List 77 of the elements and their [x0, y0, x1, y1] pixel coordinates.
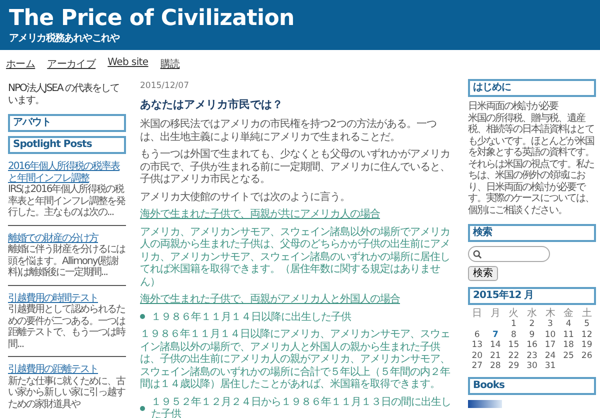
- calendar-day[interactable]: 6: [468, 330, 486, 340]
- calendar-day[interactable]: 8: [504, 330, 523, 340]
- search-button[interactable]: 検索: [468, 266, 498, 281]
- calendar-day[interactable]: 12: [578, 330, 596, 340]
- post-link[interactable]: 引越費用の時間テスト: [8, 292, 98, 304]
- calendar-day[interactable]: 15: [504, 340, 523, 350]
- weekday-label: 水: [526, 308, 538, 319]
- post-date: 2015/12/07: [140, 81, 189, 91]
- calendar-day[interactable]: 10: [541, 330, 560, 340]
- post-excerpt: 引越費用として認められるための要件が二つある。一つは距離テストで、もう一つは時間...: [8, 304, 126, 350]
- embassy-link[interactable]: 海外で生まれた子供で、両親がアメリカ人と外国人の場合: [140, 293, 400, 306]
- search-field[interactable]: [468, 246, 550, 262]
- nav-link[interactable]: 購読: [160, 57, 180, 71]
- post-link[interactable]: 2016年個人所得税の税率表と年間インフレ調整: [8, 161, 126, 184]
- calendar-day[interactable]: 13: [468, 340, 486, 350]
- calendar-day[interactable]: 14: [486, 340, 505, 350]
- nav-link[interactable]: Web site: [108, 57, 148, 71]
- calendar-day[interactable]: 31: [541, 361, 560, 372]
- calendar-day[interactable]: 17: [541, 340, 560, 350]
- calendar-day[interactable]: 22: [504, 350, 523, 361]
- intro-text: NPO法人JSEA の代表をしています。: [8, 83, 120, 106]
- calendar-day[interactable]: 16: [522, 340, 542, 350]
- paragraph: 米国の移民法ではアメリカの市民権を持つ2つの方法がある。一つは、出生地主義により単純にアメリカで生まれることだ。: [140, 118, 438, 143]
- post-title: あなたはアメリカ市民では？: [140, 97, 283, 112]
- paragraph: もう一つは外国で生まれても、少なくとも父母のいずれかがアメリカの市民で、子供が生まれる前に一定期間、アメリカに住んでいると、子供はアメリカ市民となる。: [140, 148, 451, 186]
- book-cover-placeholder: [468, 400, 502, 408]
- calendar-day[interactable]: 21: [486, 350, 505, 361]
- quote-text: １９８６年１１月１４日以降にアメリカ、アメリカンサモア、スウェイン諸島以外の場所で、アメリカ人と外国人の親から生まれた子供は、子供の出生前にアメリカ人の親がアメリカ、アメリカンサモア、スウェイン諸島のいずれかの場所に合計で５年以上（５年間の内２年間は１４歳以降）居住したことがあれば、米国籍を取得できます。: [140, 328, 451, 390]
- calendar-day[interactable]: 7: [486, 330, 505, 340]
- calendar-day[interactable]: 5: [578, 319, 596, 330]
- calendar-day[interactable]: 19: [578, 340, 596, 350]
- widget-heading: 2015年12 月: [468, 287, 596, 305]
- intro-heading: 日米両面の検討が必要: [468, 101, 558, 112]
- calendar-day[interactable]: 4: [559, 319, 578, 330]
- weekday-label: 火: [508, 308, 520, 319]
- nav-link[interactable]: アーカイブ: [47, 57, 96, 71]
- intro-text: 米国の所得税、贈与税、遺産税、相続等の日本語資料はとても少ないです。ほとんどが米国を対象とする英語の資料です。それらは米国の視点です。私たちは、米国の例外の領域におり、日米両面の検討が必要です。実際のケースについては、個別にご相談ください。: [468, 112, 595, 216]
- widget-heading: Books: [468, 376, 596, 394]
- calendar-day[interactable]: 29: [504, 361, 523, 372]
- bullet-icon: [140, 406, 145, 410]
- weekday-label: 日: [471, 308, 484, 319]
- nav-link[interactable]: ホーム: [6, 57, 36, 71]
- site-subtitle: アメリカ税務あれやこれや: [9, 32, 120, 45]
- bullet-item: １９８６年１１月１４日以降に出生した子供: [151, 310, 351, 323]
- post-link[interactable]: 離婚での財産の分け方: [8, 232, 98, 244]
- calendar-day[interactable]: 2: [522, 319, 542, 330]
- weekday-label: 土: [580, 308, 593, 319]
- weekday-label: 月: [489, 308, 502, 319]
- quote-text: アメリカ、アメリカンサモア、スウェイン諸島以外の場所でアメリカ人の両親から生まれた子供は、父母のどちらかが子供の出生前にアメリカ、アメリカンサモア、スウェイン諸島のいずれかの場所に居住してれば米国籍を取得できます。（居住年数に関する規定はありません）: [140, 226, 451, 288]
- embassy-link[interactable]: 海外で生まれた子供で、両親が共にアメリカ人の場合: [140, 208, 380, 220]
- calendar-day[interactable]: 18: [559, 340, 578, 350]
- calendar-day[interactable]: 25: [559, 350, 578, 361]
- widget-heading: Spotlight Posts: [8, 136, 126, 154]
- post-excerpt: 新たな仕事に就くために、古い家から新しい家に引っ越すための家財道具や: [8, 376, 126, 410]
- widget-heading: はじめに: [468, 79, 596, 97]
- calendar-day[interactable]: 1: [504, 319, 523, 330]
- paragraph: アメリカ大使館のサイトでは次のように言う。: [140, 190, 350, 203]
- calendar-day[interactable]: 30: [522, 361, 542, 372]
- calendar-day[interactable]: 20: [468, 350, 486, 361]
- calendar-day[interactable]: 23: [522, 350, 542, 361]
- bullet-icon: [140, 314, 145, 320]
- calendar-day[interactable]: 3: [541, 319, 560, 330]
- post-excerpt: IRSは2016年個人所得税の税率表と年間インフレ調整を発行した。主なものは次の...: [8, 184, 126, 218]
- post-excerpt: 離婚に伴う財産を分けるには頭を悩ます。Allimony(慰謝料)は離婚後に一定期間...: [8, 244, 126, 278]
- calendar-day[interactable]: 24: [541, 350, 560, 361]
- calendar-day[interactable]: 11: [559, 330, 578, 340]
- calendar-day[interactable]: 9: [522, 330, 542, 340]
- calendar-day[interactable]: 28: [486, 361, 505, 372]
- site-title: The Price of Civilization: [9, 5, 294, 32]
- calendar-day[interactable]: 26: [578, 350, 596, 361]
- weekday-label: 木: [544, 308, 556, 319]
- post-link[interactable]: 引越費用の距離テスト: [8, 364, 98, 376]
- widget-heading: アバウト: [8, 114, 126, 132]
- search-icon: [473, 250, 482, 258]
- widget-heading: 検索: [468, 224, 596, 242]
- weekday-label: 金: [562, 308, 575, 319]
- calendar-day[interactable]: 27: [468, 361, 486, 372]
